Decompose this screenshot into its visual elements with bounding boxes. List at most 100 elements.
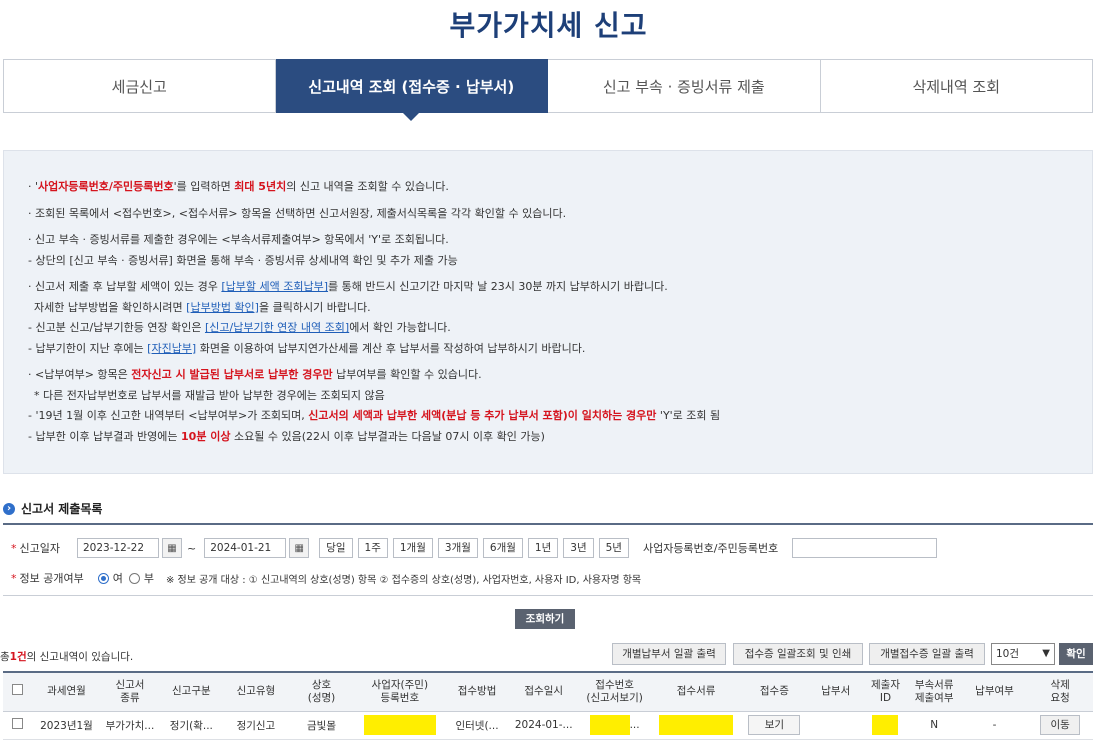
info-line: - 납부한 이후 납부결과 반영에는 10분 이상 소요될 수 있음(22시 이… xyxy=(28,429,545,443)
chevron-down-icon: ▼ xyxy=(1042,648,1050,659)
col-header: 신고구분 xyxy=(159,671,224,712)
table-header-row: 과세연월 신고서 종류 신고구분 신고유형 상호 (성명) 사업자(주민) 등록번호 … xyxy=(3,671,1093,712)
cell-delete-request: 이동 xyxy=(1027,711,1093,740)
info-line: · '사업자등록번호/주민등록번호'를 입력하면 최대 5년치의 신고 내역을 … xyxy=(28,180,449,193)
checkbox[interactable] xyxy=(12,718,24,729)
calendar-icon[interactable]: ▦ xyxy=(161,538,182,558)
col-header: 납부서 xyxy=(807,671,865,712)
public-label: 정보 공개여부 xyxy=(19,572,84,585)
period-1year-button[interactable]: 1년 xyxy=(527,538,559,558)
bill-bulk-print-button[interactable]: 개별납부서 일괄 출력 xyxy=(612,643,726,665)
search-form: * 신고일자 2023-12-22 ▦ ~ 2024-01-21 ▦ 당일 1주… xyxy=(3,523,1093,596)
col-header: 접수번호 (신고서보기) xyxy=(578,671,651,712)
col-header: 신고서 종류 xyxy=(100,671,160,712)
cell-report-type: 정기신고 xyxy=(223,711,289,740)
period-5year-button[interactable]: 5년 xyxy=(598,538,629,558)
period-6month-button[interactable]: 6개월 xyxy=(482,538,523,558)
cell-paid: - xyxy=(961,711,1028,740)
cell-datetime: 2024-01-... xyxy=(508,711,579,740)
biz-number-input[interactable] xyxy=(792,538,938,558)
period-3month-button[interactable]: 3개월 xyxy=(437,538,478,558)
redacted-block xyxy=(363,715,436,735)
public-no-radio[interactable] xyxy=(128,572,140,584)
extension-history-link[interactable]: [신고/납부기한 연장 내역 조회] xyxy=(205,321,349,334)
tab-attachment-submit[interactable]: 신고 부속 · 증빙서류 제출 xyxy=(548,59,821,113)
info-line: - '19년 1월 이후 신고한 내역부터 <납부여부>가 조회되며, 신고서의… xyxy=(28,409,721,422)
tax-payment-link[interactable]: [납부할 세액 조회납부] xyxy=(221,280,328,293)
cell-documents[interactable] xyxy=(650,711,742,740)
col-header: 신고유형 xyxy=(223,671,289,712)
col-header: 부속서류 제출여부 xyxy=(906,671,962,712)
redacted-block xyxy=(659,715,734,735)
cell-submitter-id xyxy=(864,711,907,740)
filing-table: 과세연월 신고서 종류 신고구분 신고유형 상호 (성명) 사업자(주민) 등록번호 … xyxy=(3,671,1093,740)
cell-attachment: N xyxy=(906,711,962,740)
info-line: - 신고분 신고/납부기한등 연장 확인은 [신고/납부기한 연장 내역 조회]… xyxy=(28,321,451,334)
info-line: - 상단의 [신고 부속 · 증빙서류] 화면을 통해 부속 · 증빙서류 상세… xyxy=(28,253,458,267)
page-title: 부가가치세 신고 xyxy=(449,9,648,42)
col-header: 과세연월 xyxy=(32,671,101,712)
info-notice-box: · '사업자등록번호/주민등록번호'를 입력하면 최대 5년치의 신고 내역을 … xyxy=(3,150,1093,474)
indiv-receipt-print-button[interactable]: 개별접수증 일괄 출력 xyxy=(869,643,985,665)
date-label: 신고일자 xyxy=(19,542,60,555)
section-title: › 신고서 제출목록 xyxy=(3,500,102,517)
date-from-input[interactable]: 2023-12-22 xyxy=(76,538,159,558)
col-header: 상호 (성명) xyxy=(288,671,355,712)
info-line: - 납부기한이 지난 후에는 [자진납부] 화면을 이용하여 납부지연가산세를 … xyxy=(28,341,586,355)
col-header: 삭제 요청 xyxy=(1027,671,1093,712)
col-header: 납부여부 xyxy=(961,671,1028,712)
public-row: * 정보 공개여부 여 부 ※ 정보 공개 대상 : ① 신고내역의 상호(성명… xyxy=(11,571,642,586)
view-receipt-button[interactable]: 보기 xyxy=(748,715,801,735)
col-header: 접수서류 xyxy=(650,671,742,712)
cell-receipt-no[interactable]: ... xyxy=(578,711,651,740)
cell-method: 인터넷(... xyxy=(445,711,509,740)
cell-bill xyxy=(807,711,865,740)
cell-report-kind: 정기(확... xyxy=(159,711,224,740)
info-line: · 신고서 제출 후 납부할 세액이 있는 경우 [납부할 세액 조회납부]를 … xyxy=(28,280,668,293)
date-row: * 신고일자 2023-12-22 ▦ ~ 2024-01-21 ▦ 당일 1주… xyxy=(11,538,938,558)
cell-period: 2023년1월 xyxy=(32,711,101,740)
payment-method-link[interactable]: [납부방법 확인] xyxy=(186,301,259,314)
period-3year-button[interactable]: 3년 xyxy=(563,538,594,558)
info-line: · <납부여부> 항목은 전자신고 시 발급된 납부서로 납부한 경우만 납부여… xyxy=(28,368,482,381)
col-header: 제출자 ID xyxy=(864,671,907,712)
biz-number-label: 사업자등록번호/주민등록번호 xyxy=(642,542,779,555)
row-checkbox-cell[interactable] xyxy=(3,711,33,740)
period-today-button[interactable]: 당일 xyxy=(319,538,353,558)
info-line: 자세한 납부방법을 확인하시려면 [납부방법 확인]을 클릭하시기 바랍니다. xyxy=(34,300,371,314)
bullet-arrow-icon: › xyxy=(3,502,15,515)
info-line: · 신고 부속 · 증빙서류를 제출한 경우에는 <부속서류제출여부> 항목에서… xyxy=(28,233,449,246)
checkbox[interactable] xyxy=(12,684,24,696)
period-1week-button[interactable]: 1주 xyxy=(357,538,388,558)
period-1month-button[interactable]: 1개월 xyxy=(392,538,433,558)
tab-filing-history[interactable]: 신고내역 조회 (접수증 · 납부서) xyxy=(275,59,548,121)
col-header: 접수일시 xyxy=(508,671,579,712)
query-button[interactable]: 조회하기 xyxy=(515,609,575,629)
page-size-select[interactable]: 10건 ▼ xyxy=(991,643,1055,665)
date-to-input[interactable]: 2024-01-21 xyxy=(204,538,287,558)
redacted-block xyxy=(589,715,630,735)
cell-form-type: 부가가치... xyxy=(100,711,160,740)
confirm-button[interactable]: 확인 xyxy=(1059,643,1093,665)
table-row: 2023년1월 부가가치... 정기(확... 정기신고 금빛몰 인터넷(...… xyxy=(3,711,1093,740)
result-count: 총1건의 신고내역이 있습니다. xyxy=(0,651,134,663)
cell-biz-number xyxy=(354,711,446,740)
redacted-block xyxy=(872,715,899,735)
move-button[interactable]: 이동 xyxy=(1040,715,1081,735)
select-all-checkbox-cell[interactable] xyxy=(3,671,33,712)
col-header: 접수증 xyxy=(741,671,808,712)
main-tabs: 세금신고 신고내역 조회 (접수증 · 납부서) 신고 부속 · 증빙서류 제출… xyxy=(3,59,1093,121)
receipt-bulk-print-button[interactable]: 접수증 일괄조회 및 인쇄 xyxy=(733,643,863,665)
info-line: · 조회된 목록에서 <접수번호>, <접수서류> 항목을 선택하면 신고서원장… xyxy=(28,206,567,220)
self-payment-link[interactable]: [자진납부] xyxy=(147,342,196,355)
col-header: 사업자(주민) 등록번호 xyxy=(354,671,446,712)
cell-name: 금빛몰 xyxy=(288,711,355,740)
cell-receipt: 보기 xyxy=(741,711,808,740)
public-yes-radio[interactable] xyxy=(97,572,109,584)
tab-tax-filing[interactable]: 세금신고 xyxy=(3,59,276,113)
public-note: ※ 정보 공개 대상 : ① 신고내역의 상호(성명) 항목 ② 접수증의 상호… xyxy=(165,574,642,586)
col-header: 접수방법 xyxy=(445,671,509,712)
calendar-icon[interactable]: ▦ xyxy=(289,538,310,558)
tab-deleted-history[interactable]: 삭제내역 조회 xyxy=(820,59,1093,113)
info-line: * 다른 전자납부번호로 납부서를 재발급 받아 납부한 경우에는 조회되지 않… xyxy=(34,388,385,402)
